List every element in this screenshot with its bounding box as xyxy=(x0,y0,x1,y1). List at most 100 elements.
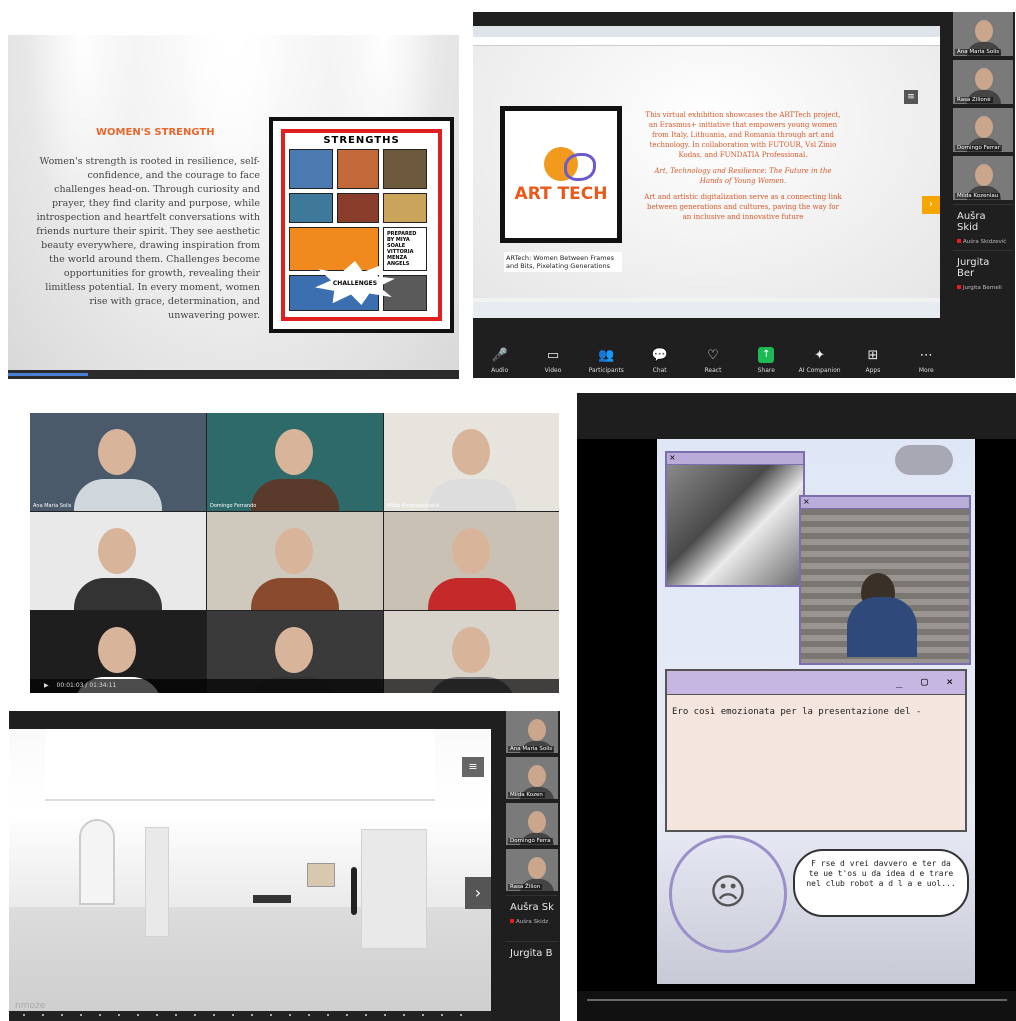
participant-video[interactable]: Rasa Žilion xyxy=(506,849,558,891)
browser-address-bar[interactable] xyxy=(473,37,940,46)
arttech-logo-frame: ART TECH xyxy=(500,106,622,243)
artwork[interactable] xyxy=(307,863,335,887)
toolbar-ai-companion-button[interactable]: ✦ AI Companion xyxy=(799,348,841,374)
progress-dot[interactable] xyxy=(137,1014,139,1016)
progress-dot[interactable] xyxy=(251,1014,253,1016)
participant-video[interactable]: Milda Kozeniau xyxy=(953,156,1013,200)
toolbar-share-button[interactable]: ↑ Share xyxy=(745,347,787,374)
toolbar-label: Share xyxy=(757,367,775,374)
toolbar-label: Participants xyxy=(588,367,624,374)
participant-video[interactable]: Milda Kozen xyxy=(506,757,558,799)
avatar xyxy=(975,116,993,138)
progress-dot[interactable] xyxy=(270,1014,272,1016)
browser-tabs[interactable] xyxy=(473,26,940,37)
menu-icon[interactable]: ≡ xyxy=(904,90,918,104)
participant-name-tile[interactable]: Aušra Sk Aušra Skidz xyxy=(506,895,558,941)
progress-dot[interactable] xyxy=(213,1014,215,1016)
slide-canvas: × × _ ▢ × Ero così emozionata per la pre… xyxy=(657,439,975,984)
toolbar-chat-button[interactable]: 💬 Chat xyxy=(639,348,681,374)
progress-dot[interactable] xyxy=(61,1014,63,1016)
progress-dot[interactable] xyxy=(365,1014,367,1016)
video-progress-bar[interactable] xyxy=(577,991,1016,1021)
play-icon[interactable]: ▶ xyxy=(44,682,49,689)
playback-bar[interactable] xyxy=(8,370,459,379)
participant-face xyxy=(452,528,490,574)
participant-name-tile[interactable]: Aušra Skid Aušra Skidzevič xyxy=(953,204,1013,250)
virtual-gallery: ≡ › nmoze Ana Maria Solis Milda Kozen Domi… xyxy=(9,711,560,1021)
progress-dot[interactable] xyxy=(403,1014,405,1016)
poster-image xyxy=(337,193,379,223)
participant-name-tile[interactable]: Jurgita B xyxy=(506,941,558,987)
avatar xyxy=(528,719,546,741)
participant-video[interactable]: Domingo Ferrar xyxy=(953,108,1013,152)
progress-dot[interactable] xyxy=(175,1014,177,1016)
participants-sidebar: Ana Maria Solis Milda Kozen Domingo Ferra R… xyxy=(506,711,560,1021)
progress-dot[interactable] xyxy=(194,1014,196,1016)
window-controls[interactable]: _ ▢ × xyxy=(667,671,965,695)
poster-image xyxy=(337,149,379,189)
poster-image xyxy=(383,149,427,189)
toolbar-react-button[interactable]: ♡ React xyxy=(692,348,734,374)
participant-name: Milda Kozen xyxy=(508,792,545,798)
exhibition-description: This virtual exhibition showcases the AR… xyxy=(643,110,843,228)
playback-controls[interactable]: ▶ 00:01:03 / 01:34:11 xyxy=(30,679,559,693)
participant-body xyxy=(74,479,162,511)
toolbar-participants-button[interactable]: 👥 Participants xyxy=(585,348,627,374)
gallery-room[interactable]: ≡ › nmoze xyxy=(9,729,491,1011)
top-bar xyxy=(577,393,1016,439)
tour-progress[interactable] xyxy=(9,1011,491,1021)
close-icon[interactable]: × xyxy=(801,497,969,509)
participant-video[interactable]: Ana Maria Solis xyxy=(953,12,1013,56)
progress-dot[interactable] xyxy=(460,1014,462,1016)
toolbar-label: Video xyxy=(544,367,562,374)
participant-video-tile[interactable] xyxy=(30,512,206,610)
participant-video-tile[interactable] xyxy=(207,512,383,610)
participant-video-tile[interactable]: Milda Kozeniauskaitė xyxy=(384,413,559,511)
toolbar-video-button[interactable]: ▭ Video xyxy=(532,348,574,374)
progress-dot[interactable] xyxy=(42,1014,44,1016)
participant-video-tile[interactable]: Ana Maria Solis xyxy=(30,413,206,511)
participant-name: Jurgita B xyxy=(510,948,553,959)
close-icon[interactable]: × xyxy=(667,453,803,465)
progress-dot[interactable] xyxy=(23,1014,25,1016)
participant-name: Domingo Ferra xyxy=(508,838,553,844)
progress-dot[interactable] xyxy=(118,1014,120,1016)
progress-dot[interactable] xyxy=(156,1014,158,1016)
sad-face-icon: ☹ xyxy=(669,835,787,953)
participant-video-tile[interactable]: Domingo Ferrando xyxy=(207,413,383,511)
participant-body xyxy=(251,578,339,610)
participant-video[interactable]: Domingo Ferra xyxy=(506,803,558,845)
strengths-poster: STRENGTHS PREPARED BY MIYA SOALE VITTORI… xyxy=(281,129,442,321)
participant-video-tile[interactable] xyxy=(384,512,559,610)
progress-dot[interactable] xyxy=(441,1014,443,1016)
progress-dot[interactable] xyxy=(327,1014,329,1016)
apps-icon: ⊞ xyxy=(867,348,879,363)
participant-body xyxy=(428,578,516,610)
participant-name-tile[interactable]: Jurgita Ber Jurgita Berneli xyxy=(953,250,1013,296)
progress-dot[interactable] xyxy=(80,1014,82,1016)
story-slide: × × _ ▢ × Ero così emozionata per la pre… xyxy=(577,393,1016,1021)
toolbar-more-button[interactable]: ⋯ More xyxy=(905,348,947,374)
participant-face xyxy=(275,528,313,574)
participant-video[interactable]: Ana Maria Solis xyxy=(506,711,558,753)
participant-name: Aušra Skid xyxy=(957,211,986,233)
poster-title: STRENGTHS xyxy=(323,135,400,146)
toolbar-label: More xyxy=(918,367,934,374)
progress-dot[interactable] xyxy=(384,1014,386,1016)
progress-dot[interactable] xyxy=(289,1014,291,1016)
avatar xyxy=(975,20,993,42)
participant-video[interactable]: Rasa Zilionė xyxy=(953,60,1013,104)
progress-dot[interactable] xyxy=(422,1014,424,1016)
message-text: Ero così emozionata per la presentazione… xyxy=(672,707,922,717)
progress-dot[interactable] xyxy=(232,1014,234,1016)
next-arrow-icon[interactable]: › xyxy=(465,877,491,909)
progress-dot[interactable] xyxy=(346,1014,348,1016)
windows-taskbar xyxy=(473,302,940,318)
toolbar-microphone-button[interactable]: 🎤 Audio xyxy=(479,348,521,374)
progress-dot[interactable] xyxy=(308,1014,310,1016)
menu-icon[interactable]: ≡ xyxy=(462,757,484,777)
rain-cloud-icon xyxy=(895,445,953,475)
toolbar-apps-button[interactable]: ⊞ Apps xyxy=(852,348,894,374)
progress-dot[interactable] xyxy=(99,1014,101,1016)
next-arrow-icon[interactable]: › xyxy=(922,196,940,214)
